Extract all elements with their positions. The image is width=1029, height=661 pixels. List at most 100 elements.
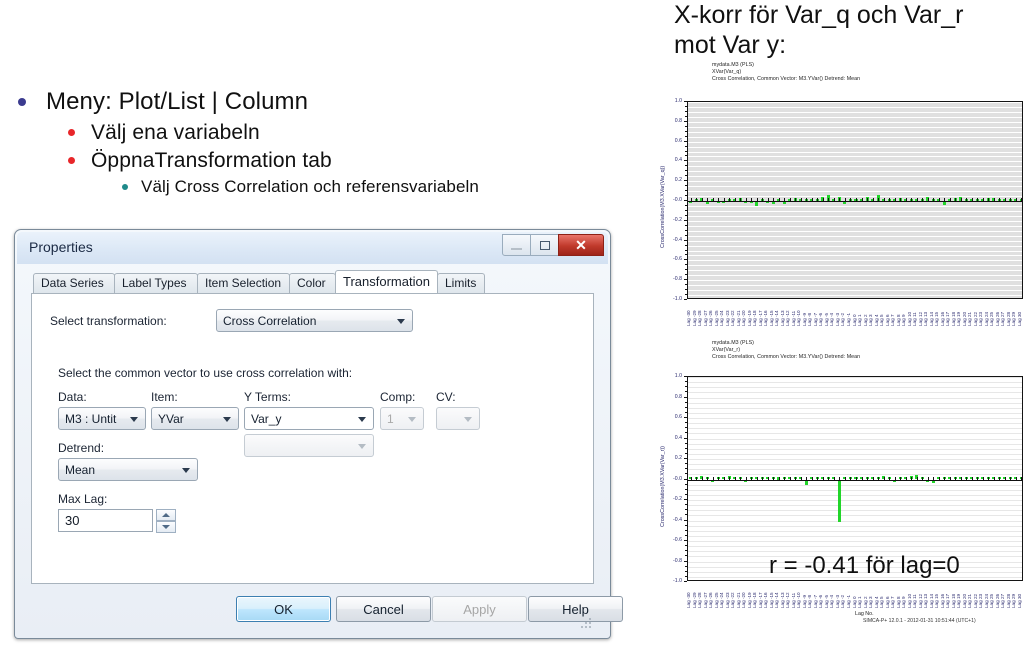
x-tick <box>790 198 791 201</box>
x-tick <box>718 477 719 480</box>
x-tick <box>944 198 945 201</box>
y-tick-minor <box>685 422 687 423</box>
x-tick <box>779 198 780 201</box>
x-tick-label: Lag 2 <box>862 314 868 327</box>
x-tick-label: Lag -8 <box>807 312 813 326</box>
y-tick-minor <box>685 141 687 142</box>
dialog-titlebar[interactable]: Properties ✕ <box>17 232 608 264</box>
zero-axis-line <box>688 480 1022 481</box>
x-tick-label: Lag 17 <box>945 593 951 608</box>
cancel-button[interactable]: Cancel <box>336 596 431 622</box>
bullet-dot-icon <box>68 129 75 136</box>
x-tick <box>856 477 857 480</box>
x-tick <box>839 198 840 201</box>
y-tick-minor <box>685 279 687 280</box>
gridline <box>688 191 1022 192</box>
comp-select[interactable]: 1 <box>380 407 424 430</box>
gridline <box>688 474 1022 475</box>
x-tick-label: Lag 6 <box>884 596 890 609</box>
data-select[interactable]: M3 : Untit <box>58 407 146 430</box>
x-tick <box>994 198 995 201</box>
close-button[interactable]: ✕ <box>558 234 604 256</box>
tab-color[interactable]: Color <box>289 273 336 293</box>
tab-transformation[interactable]: Transformation <box>335 270 438 293</box>
ok-button[interactable]: OK <box>236 596 331 622</box>
x-tick <box>950 477 951 480</box>
x-tick <box>917 198 918 201</box>
restore-icon <box>539 240 550 250</box>
x-tick <box>724 477 725 480</box>
tab-data-series[interactable]: Data Series <box>33 273 115 293</box>
yterms-secondary-select[interactable] <box>244 434 374 457</box>
x-tick-label: Lag -4 <box>829 594 835 608</box>
bar <box>837 479 841 522</box>
x-tick-label: Lag 5 <box>879 314 885 327</box>
x-tick <box>917 477 918 480</box>
y-tick-minor <box>685 235 687 236</box>
x-tick-label: Lag -24 <box>719 310 725 326</box>
y-tick-minor <box>685 146 687 147</box>
gridline <box>688 112 1022 113</box>
x-tick <box>845 198 846 201</box>
y-tick-label: -0.8 <box>673 557 682 564</box>
x-tick <box>961 198 962 201</box>
x-tick-label: Lag 26 <box>994 593 1000 608</box>
x-tick-label: Lag 24 <box>983 311 989 326</box>
x-tick <box>1010 477 1011 480</box>
plot-area <box>687 376 1023 581</box>
x-tick-label: Lag -26 <box>708 592 714 608</box>
x-tick-label: Lag 14 <box>928 593 934 608</box>
help-button[interactable]: Help <box>528 596 623 622</box>
gridline <box>688 490 1022 491</box>
cv-select[interactable] <box>436 407 480 430</box>
stepper-down-button[interactable] <box>156 521 176 533</box>
x-tick <box>1005 198 1006 201</box>
chevron-down-icon <box>408 416 416 422</box>
y-tick-minor <box>685 101 687 102</box>
transformation-select[interactable]: Cross Correlation <box>216 309 413 332</box>
gridline <box>688 521 1022 522</box>
tab-label-types[interactable]: Label Types <box>114 273 198 293</box>
yterms-select[interactable]: Var_y <box>244 407 374 430</box>
y-tick-label: -0.4 <box>673 516 682 523</box>
gridline <box>688 469 1022 470</box>
item-select[interactable]: YVar <box>151 407 239 430</box>
y-tick-minor <box>685 274 687 275</box>
x-tick <box>806 477 807 480</box>
x-tick-label: Lag 20 <box>961 311 967 326</box>
x-tick <box>696 477 697 480</box>
x-tick <box>972 477 973 480</box>
x-tick-label: Lag 14 <box>928 311 934 326</box>
x-tick <box>768 477 769 480</box>
list-item: Välj Cross Correlation och referensvaria… <box>122 176 630 198</box>
detrend-select[interactable]: Mean <box>58 458 198 481</box>
x-tick <box>713 198 714 201</box>
y-tick-minor <box>685 190 687 191</box>
x-tick <box>966 477 967 480</box>
close-icon: ✕ <box>575 236 587 253</box>
gridline <box>688 127 1022 128</box>
gridline <box>688 186 1022 187</box>
y-tick-minor <box>685 136 687 137</box>
resize-grip-icon[interactable] <box>579 616 591 628</box>
gridline <box>688 418 1022 419</box>
stepper-up-button[interactable] <box>156 509 176 521</box>
max-lag-input[interactable]: 30 <box>58 509 153 532</box>
max-lag-stepper[interactable] <box>156 509 176 533</box>
restore-button[interactable] <box>530 234 559 256</box>
y-tick-minor <box>685 561 687 562</box>
detrend-label: Detrend: <box>58 441 105 455</box>
minimize-button[interactable] <box>502 234 531 256</box>
x-tick <box>906 477 907 480</box>
gridline <box>688 464 1022 465</box>
y-tick-minor <box>685 391 687 392</box>
x-tick <box>889 477 890 480</box>
gridline <box>688 152 1022 153</box>
x-tick <box>999 477 1000 480</box>
x-tick-label: Lag 4 <box>873 596 879 609</box>
tab-limits[interactable]: Limits <box>437 273 485 293</box>
y-tick-label: 1.0 <box>674 98 682 104</box>
y-tick-label: 0.2 <box>674 177 682 184</box>
tab-item-selection[interactable]: Item Selection <box>197 273 290 293</box>
gridline <box>688 510 1022 511</box>
